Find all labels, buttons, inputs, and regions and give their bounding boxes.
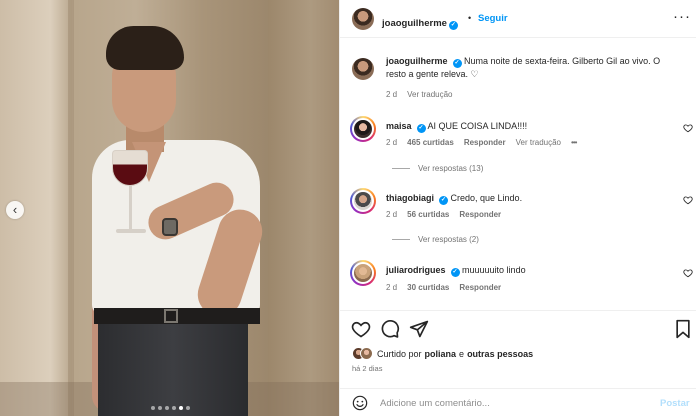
commenter-avatar-ring[interactable] — [350, 188, 376, 214]
verified-badge-icon: ✓ — [452, 59, 462, 68]
author-avatar[interactable] — [352, 8, 374, 30]
view-replies-label: Ver respostas (13) — [418, 164, 484, 173]
emoji-smiley-icon[interactable] — [352, 395, 368, 411]
comment-username[interactable]: thiagobiagi — [386, 193, 434, 203]
comment-age[interactable]: 2 d — [386, 283, 397, 292]
comment-text: thiagobiagi ✓ Credo, que Lindo. — [386, 192, 676, 205]
comment-like-heart-icon[interactable] — [683, 268, 693, 278]
carousel-dots — [151, 406, 190, 410]
comment-body: AI QUE COISA LINDA!!!! — [427, 121, 528, 131]
more-horizontal-icon[interactable]: ··· — [673, 8, 691, 25]
comment-composer: Postar — [340, 388, 696, 416]
wine-glass-foot — [116, 229, 146, 233]
verified-badge-icon: ✓ — [416, 124, 426, 133]
header-separator: • — [468, 13, 472, 23]
comment-username[interactable]: juliarodrigues — [386, 265, 446, 275]
comment-like-heart-icon[interactable] — [683, 195, 693, 205]
comment-like-heart-icon[interactable] — [683, 123, 693, 133]
comment-translate-link[interactable]: Ver tradução — [516, 138, 561, 147]
replies-line — [392, 168, 410, 169]
caption-meta: 2 d Ver tradução — [386, 90, 453, 99]
post-date[interactable]: há 2 dias — [352, 364, 382, 373]
belt-buckle — [164, 309, 178, 323]
post-comment-button[interactable]: Postar — [660, 398, 690, 409]
author-username[interactable]: joaoguilherme — [382, 18, 447, 29]
chevron-left-icon: ‹ — [12, 202, 18, 217]
verified-badge-icon: ✓ — [448, 21, 458, 30]
wall-panel-edge — [68, 0, 74, 416]
comment-meta: 2 d 56 curtidas Responder — [386, 210, 501, 219]
verified-badge-icon: ✓ — [439, 196, 448, 205]
share-send-icon[interactable] — [409, 319, 429, 339]
liked-by-conjunction: e — [459, 348, 465, 359]
wine-glass-bowl — [112, 150, 148, 186]
carousel-dot — [151, 406, 155, 410]
carousel-prev-button[interactable]: ‹ — [6, 201, 24, 219]
commenter-avatar — [352, 118, 374, 140]
commenter-avatar-ring[interactable] — [350, 116, 376, 142]
comment-reply-button[interactable]: Responder — [459, 283, 501, 292]
carousel-dot — [186, 406, 190, 410]
comment-age[interactable]: 2 d — [386, 138, 397, 147]
comment-more-button[interactable]: ••• — [571, 138, 577, 147]
caption-age[interactable]: 2 d — [386, 90, 397, 99]
comment-body: Credo, que Lindo. — [450, 193, 523, 203]
caption-translate-link[interactable]: Ver tradução — [407, 90, 452, 99]
comment-reply-button[interactable]: Responder — [459, 210, 501, 219]
view-replies-label: Ver respostas (2) — [418, 235, 479, 244]
liked-by-row: Curtido por poliana e outras pessoas — [352, 347, 533, 360]
commenter-avatar — [352, 190, 374, 212]
commenter-avatar — [352, 262, 374, 284]
comment-text: juliarodrigues ✓ muuuuuito lindo — [386, 264, 676, 277]
person-pants — [98, 322, 248, 416]
replies-line — [392, 239, 410, 240]
verified-badge-icon: ✓ — [450, 268, 460, 277]
liker-avatar — [360, 347, 373, 360]
comment-username[interactable]: maisa — [386, 121, 412, 131]
comment-likes[interactable]: 465 curtidas — [407, 138, 454, 147]
carousel-dot — [158, 406, 162, 410]
carousel-dot — [165, 406, 169, 410]
liked-by-others-link[interactable]: outras pessoas — [467, 349, 533, 359]
comment-meta: 2 d 465 curtidas Responder Ver tradução … — [386, 138, 577, 147]
comment-meta: 2 d 30 curtidas Responder — [386, 283, 501, 292]
view-replies-button[interactable]: Ver respostas (2) — [392, 235, 479, 244]
like-heart-icon[interactable] — [351, 319, 371, 339]
wine-glass-stem — [129, 185, 132, 231]
comment-reply-button[interactable]: Responder — [464, 138, 506, 147]
comment-likes[interactable]: 30 curtidas — [407, 283, 449, 292]
comment-input[interactable] — [380, 394, 650, 412]
person-hair — [106, 26, 184, 70]
post-side-panel: joaoguilherme ✓ • Seguir ··· joaoguilherm… — [339, 0, 696, 416]
post-header: joaoguilherme ✓ • Seguir ··· — [340, 0, 696, 38]
photo-person — [88, 22, 288, 416]
comments-list: joaoguilherme ✓ Numa noite de sexta-feira… — [340, 38, 696, 310]
carousel-dot — [172, 406, 176, 410]
comment-age[interactable]: 2 d — [386, 210, 397, 219]
liked-by-user-link[interactable]: poliana — [425, 349, 457, 359]
carousel-dot-active — [179, 406, 183, 410]
caption-text: joaoguilherme ✓ Numa noite de sexta-feira… — [386, 55, 676, 81]
view-replies-button[interactable]: Ver respostas (13) — [392, 164, 483, 173]
comment-bubble-icon[interactable] — [380, 319, 400, 339]
save-bookmark-icon[interactable] — [673, 319, 693, 339]
comment-likes[interactable]: 56 curtidas — [407, 210, 449, 219]
comment-body: muuuuuito lindo — [462, 265, 526, 275]
caption-username[interactable]: joaoguilherme — [386, 56, 448, 66]
post-photo: ‹ — [0, 0, 339, 416]
follow-button[interactable]: Seguir — [478, 13, 508, 24]
liked-by-prefix: Curtido por — [377, 348, 422, 359]
post-actions-bar — [340, 310, 696, 350]
commenter-avatar-ring[interactable] — [350, 260, 376, 286]
comment-text: maisa ✓ AI QUE COISA LINDA!!!! — [386, 120, 676, 133]
wristwatch — [162, 218, 178, 236]
author-name-wrap: joaoguilherme ✓ — [382, 13, 458, 31]
caption-avatar[interactable] — [352, 58, 374, 80]
